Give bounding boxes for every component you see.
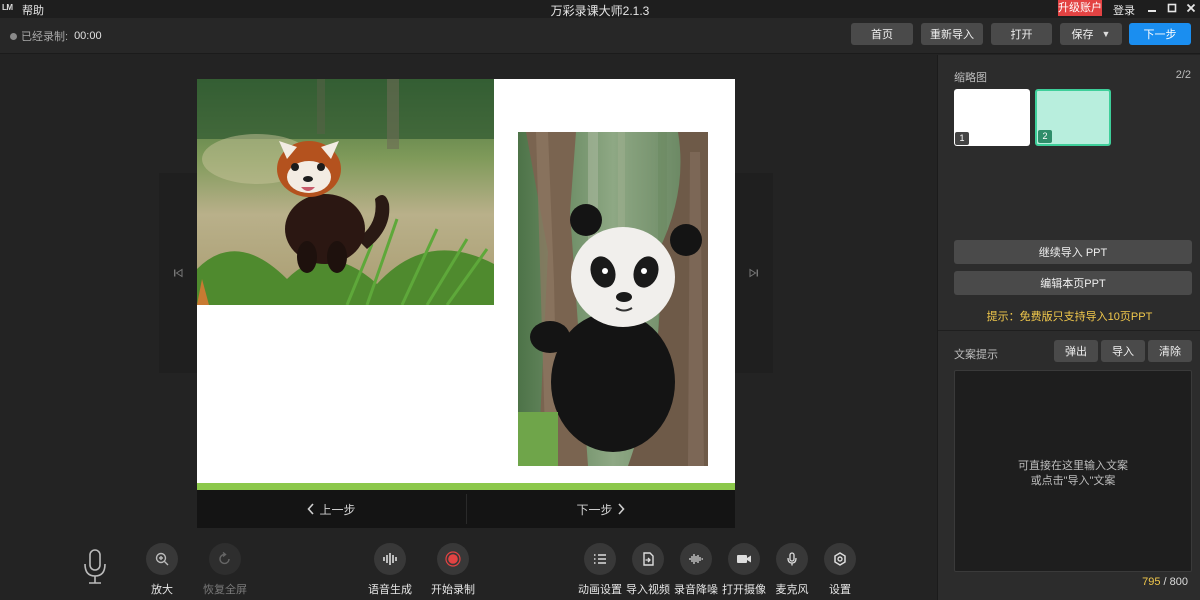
microphone-button[interactable] — [776, 543, 808, 575]
title-bar: LM 帮助 万彩录课大师2.1.3 升级账户 登录 — [0, 0, 1200, 18]
prev-slide-handle[interactable] — [159, 173, 197, 373]
thumbnail-slide-2[interactable]: 2 — [1035, 89, 1111, 146]
zoom-in-icon — [155, 552, 169, 566]
login-button[interactable]: 登录 — [1113, 2, 1135, 18]
animation-settings-button[interactable] — [584, 543, 616, 575]
script-prompt-title: 文案提示 — [954, 349, 998, 361]
page-count: 2/2 — [1175, 69, 1191, 81]
maximize-icon[interactable] — [1165, 1, 1179, 15]
import-video-button[interactable] — [632, 543, 664, 575]
minimize-icon[interactable] — [1145, 1, 1159, 15]
denoise-label: 录音降噪 — [674, 584, 718, 596]
canvas-area: 上一步 下一步 放大 恢复全屏 语音生成 开始录制 动画设置 导入视频 录音降噪… — [0, 55, 937, 600]
import-file-icon — [643, 552, 654, 566]
app-title: 万彩录课大师2.1.3 — [550, 4, 650, 18]
slide-canvas[interactable] — [197, 79, 735, 490]
import-video-label: 导入视频 — [626, 584, 670, 596]
thumbnail-number: 2 — [1038, 130, 1052, 143]
start-record-tool[interactable]: 开始录制 — [423, 543, 483, 597]
video-camera-icon — [737, 555, 751, 563]
reimport-button[interactable]: 重新导入 — [921, 23, 983, 45]
animation-settings-label: 动画设置 — [578, 584, 622, 596]
camera-button[interactable] — [728, 543, 760, 575]
panel-divider — [938, 330, 1200, 331]
free-version-hint: 提示：免费版只支持导入10页PPT — [986, 311, 1153, 323]
zoom-in-label: 放大 — [151, 584, 173, 596]
next-step-slide-button[interactable]: 下一步 — [466, 490, 735, 528]
record-icon — [445, 551, 461, 567]
microphone-icon — [787, 552, 797, 566]
thumbnail-number: 1 — [955, 132, 969, 145]
main-toolbar: 已经录制: 00:00 首页 重新导入 打开 保存 ▼ 下一步 — [0, 18, 1200, 54]
voice-generate-button[interactable] — [374, 543, 406, 575]
edit-page-ppt-button[interactable]: 编辑本页PPT — [954, 271, 1192, 295]
next-slide-handle[interactable] — [735, 173, 773, 373]
start-record-label: 开始录制 — [431, 584, 475, 596]
save-button[interactable]: 保存 ▼ — [1060, 23, 1122, 45]
recorded-label: 已经录制: — [21, 31, 69, 43]
settings-button[interactable] — [824, 543, 856, 575]
restore-fullscreen-tool[interactable]: 恢复全屏 — [195, 543, 255, 597]
continue-import-ppt-button[interactable]: 继续导入 PPT — [954, 240, 1192, 264]
char-count-total: / 800 — [1163, 576, 1188, 588]
import-script-button[interactable]: 导入 — [1101, 340, 1145, 362]
char-count-current: 795 — [1142, 576, 1161, 588]
open-button[interactable]: 打开 — [991, 23, 1052, 45]
clear-script-button[interactable]: 清除 — [1148, 340, 1192, 362]
restore-fullscreen-button[interactable] — [209, 543, 241, 575]
settings-tool[interactable]: 设置 — [810, 543, 870, 597]
popup-button[interactable]: 弹出 — [1054, 340, 1098, 362]
start-record-button[interactable] — [437, 543, 469, 575]
chevron-down-icon[interactable]: ▼ — [1102, 29, 1111, 39]
close-icon[interactable] — [1184, 1, 1198, 15]
restore-icon — [219, 552, 230, 565]
script-placeholder: 可直接在这里输入文案 或点击"导入"文案 — [1018, 460, 1128, 487]
record-dot-icon — [10, 32, 17, 40]
right-panel: 缩略图 2/2 1 2 继续导入 PPT 编辑本页PPT 提示：免费版只支持导入… — [937, 55, 1200, 600]
chevron-left-icon — [307, 503, 315, 515]
script-textarea[interactable]: 可直接在这里输入文案 或点击"导入"文案 — [954, 370, 1192, 572]
chevron-right-icon — [617, 503, 625, 515]
prev-step-button[interactable]: 上一步 — [197, 490, 466, 528]
slide-navigation: 上一步 下一步 — [197, 490, 735, 528]
skip-forward-icon — [749, 268, 758, 278]
soundwave-icon — [383, 553, 397, 565]
char-counter: 795 / 800 — [938, 576, 1188, 588]
audio-wave-icon — [689, 554, 703, 564]
recorded-time: 00:00 — [74, 30, 102, 42]
camera-label: 打开摄像 — [722, 584, 766, 596]
restore-fullscreen-label: 恢复全屏 — [203, 584, 247, 596]
thumbnails-title: 缩略图 — [954, 72, 987, 84]
settings-label: 设置 — [829, 584, 851, 596]
next-step-label: 下一步 — [576, 502, 613, 517]
list-icon — [594, 554, 606, 564]
upgrade-account-button[interactable]: 升级账户 — [1058, 0, 1102, 16]
prev-step-label: 上一步 — [319, 502, 356, 517]
skip-back-icon — [174, 268, 183, 278]
denoise-button[interactable] — [680, 543, 712, 575]
home-button[interactable]: 首页 — [851, 23, 913, 45]
slide-footer-stripe — [197, 483, 735, 490]
gear-icon — [834, 552, 846, 566]
zoom-in-button[interactable] — [146, 543, 178, 575]
microphone-label: 麦克风 — [775, 584, 809, 596]
microphone-large-icon — [82, 549, 108, 588]
voice-generate-label: 语音生成 — [368, 584, 412, 596]
voice-generate-tool[interactable]: 语音生成 — [360, 543, 420, 597]
giant-panda-photo[interactable] — [518, 132, 708, 466]
red-panda-photo[interactable] — [197, 79, 494, 305]
thumbnail-slide-1[interactable]: 1 — [954, 89, 1030, 146]
zoom-in-tool[interactable]: 放大 — [132, 543, 192, 597]
save-label: 保存 — [1071, 29, 1094, 41]
recording-status: 已经录制: 00:00 — [10, 28, 102, 44]
next-step-button[interactable]: 下一步 — [1129, 23, 1191, 45]
